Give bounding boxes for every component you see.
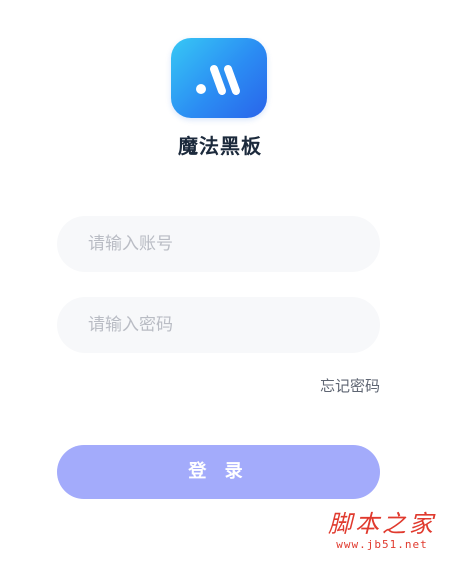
app-logo-icon xyxy=(171,38,267,118)
password-field[interactable] xyxy=(57,297,380,353)
forgot-password-link[interactable]: 忘记密码 xyxy=(320,375,380,396)
watermark-url: www.jb51.net xyxy=(336,538,428,551)
watermark: 脚本之家 www.jb51.net xyxy=(322,510,442,552)
app-name: 魔法黑板 xyxy=(178,134,262,158)
logo-stroke-left xyxy=(210,65,226,95)
logo-dot xyxy=(196,84,206,94)
account-field[interactable] xyxy=(57,216,380,272)
logo-stroke-right xyxy=(224,65,240,95)
app-logo-glyph xyxy=(196,65,240,95)
login-button[interactable]: 登 录 xyxy=(57,445,380,499)
password-input[interactable] xyxy=(57,297,380,353)
account-input[interactable] xyxy=(57,216,380,272)
watermark-title: 脚本之家 xyxy=(328,510,436,538)
